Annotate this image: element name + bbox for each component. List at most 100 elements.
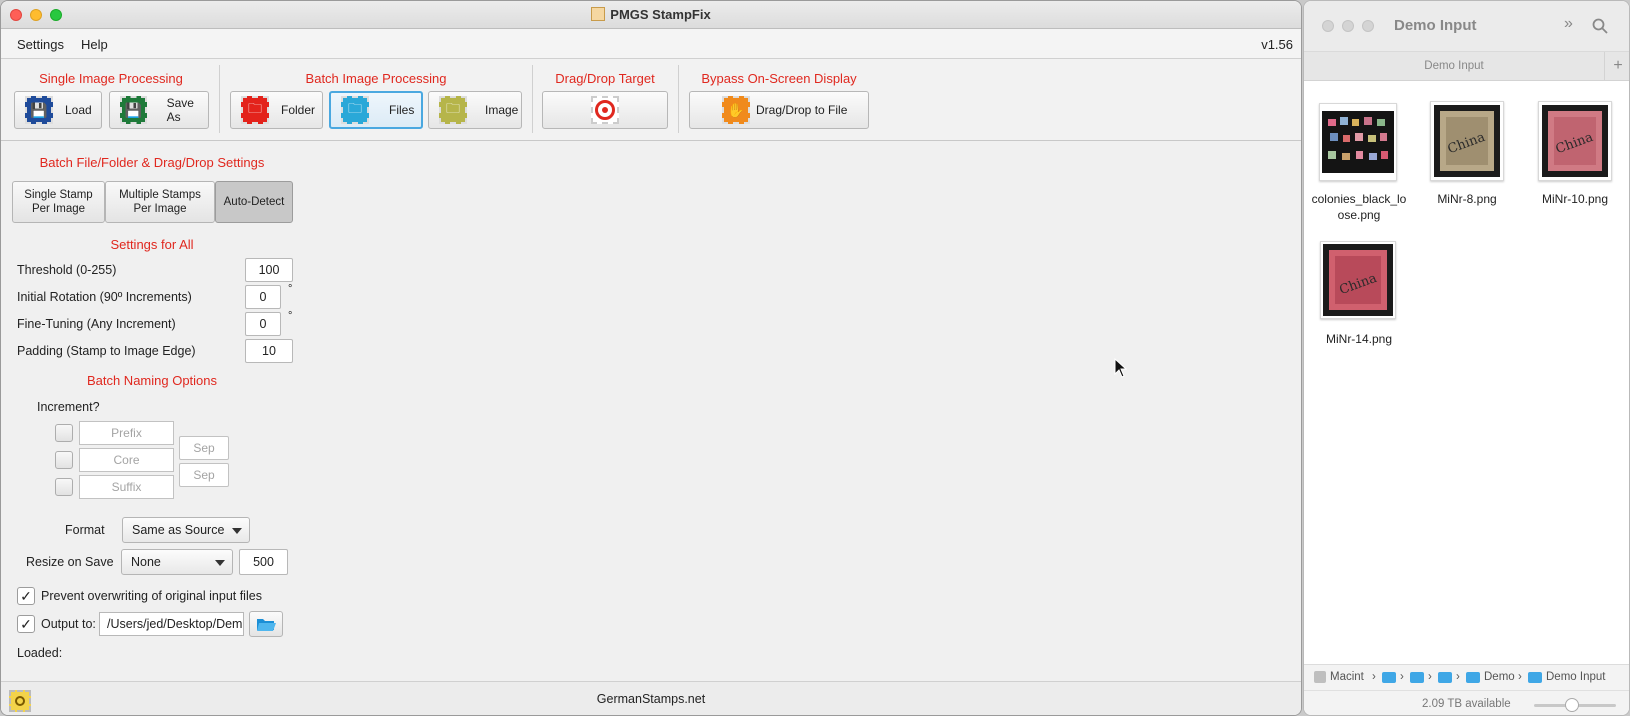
folder-icon [1466,672,1480,683]
prefix-input[interactable]: Prefix [79,421,174,445]
folder-label: Folder [281,103,316,117]
padding-label: Padding (Stamp to Image Edge) [17,344,196,358]
load-label: Load [65,103,92,117]
path-separator: › [1428,671,1432,683]
core-increment-checkbox[interactable] [55,451,73,469]
padding-input[interactable]: 10 [245,339,293,363]
available-space-label: 2.09 TB available [1422,698,1511,710]
core-input[interactable]: Core [79,448,174,472]
file-name-colonies[interactable]: colonies_black_lo ose.png [1304,191,1414,223]
stamp-collection-image [1322,111,1394,173]
path-macintosh[interactable]: Macint [1330,671,1370,683]
app-icon [591,7,606,21]
finder-title-bar: Demo Input » [1304,1,1629,51]
suffix-increment-checkbox[interactable] [55,478,73,496]
path-demo[interactable]: Demo [1484,671,1515,683]
load-button[interactable]: 💾 Load [14,91,102,129]
settings-for-all-title: Settings for All [110,237,194,252]
batch-settings-title: Batch File/Folder & Drag/Drop Settings [39,155,265,170]
toolbar: Single Image Processing 💾 Load 💾 Save As… [1,59,1301,141]
drag-drop-to-file-label: Drag/Drop to File [756,103,848,117]
file-thumbnail-minr-10[interactable]: China [1538,101,1612,181]
file-thumbnail-minr-8[interactable]: China [1430,101,1504,181]
resize-select[interactable]: None [121,549,233,575]
finder-tab-bar: Demo Input + [1304,51,1629,81]
single-stamp-mode-button[interactable]: Single Stamp Per Image [12,181,105,223]
initial-rotation-input[interactable]: 0 [245,285,281,309]
menu-settings[interactable]: Settings [17,37,64,52]
resize-select-value: None [131,555,161,569]
files-button[interactable]: 🗀 Files [329,91,423,129]
chevron-down-icon [232,528,242,534]
format-select[interactable]: Same as Source [122,517,250,543]
file-thumbnail-colonies[interactable] [1319,103,1397,181]
file-name-minr-10[interactable]: MiNr-10.png [1520,191,1629,207]
file-name-minr-8[interactable]: MiNr-8.png [1412,191,1522,207]
auto-detect-mode-button[interactable]: Auto-Detect [215,181,293,223]
browse-output-button[interactable] [249,611,283,637]
search-icon[interactable] [1592,18,1608,34]
site-label: GermanStamps.net [596,692,706,706]
output-path-input[interactable]: /Users/jed/Desktop/Dem [99,612,244,636]
floppy-save-icon: 💾 [120,96,147,124]
folder-button[interactable]: 🗀 Folder [230,91,323,129]
folder-icon[interactable] [1382,672,1396,683]
separator-1-input[interactable]: Sep [179,436,229,460]
increment-label: Increment? [37,400,100,414]
resize-on-save-label: Resize on Save [26,555,114,569]
finder-window: Demo Input » Demo Input + colonies_black… [1303,0,1630,716]
chevron-double-right-icon[interactable]: » [1564,15,1573,33]
path-separator: › [1372,671,1376,683]
group-title-batch: Batch Image Processing [305,71,447,86]
output-to-checkbox[interactable]: ✓ [17,615,35,633]
prefix-increment-checkbox[interactable] [55,424,73,442]
drag-drop-target-button[interactable] [542,91,668,129]
group-title-bypass: Bypass On-Screen Display [701,71,857,86]
rotation-degree-symbol: ° [288,283,293,295]
path-demo-input[interactable]: Demo Input [1546,671,1605,683]
prevent-overwrite-checkbox[interactable]: ✓ [17,587,35,605]
folder-icon[interactable] [1410,672,1424,683]
zoom-slider-track[interactable] [1534,698,1616,712]
file-name-minr-14[interactable]: MiNr-14.png [1304,331,1414,347]
threshold-input[interactable]: 100 [245,258,293,282]
zoom-slider-knob[interactable] [1564,698,1579,712]
folder-icon: 🗀 [241,96,269,124]
drag-drop-file-icon: ✋ [722,96,750,124]
toolbar-divider [219,65,220,133]
batch-naming-title: Batch Naming Options [86,373,218,388]
separator-2-input[interactable]: Sep [179,463,229,487]
stamp-minr-14-image: China [1323,244,1393,316]
status-bar: GermanStamps.net [1,681,1301,715]
menu-help[interactable]: Help [81,37,108,52]
title-bar: PMGS StampFix [1,1,1301,29]
save-as-button[interactable]: 💾 Save As [109,91,209,129]
finder-zoom-button[interactable] [1362,20,1374,32]
multiple-stamps-mode-button[interactable]: Multiple Stamps Per Image [105,181,215,223]
finder-title: Demo Input [1394,17,1477,34]
finder-minimize-button[interactable] [1342,20,1354,32]
suffix-input[interactable]: Suffix [79,475,174,499]
finder-tab-demo-input[interactable]: Demo Input [1304,60,1604,72]
group-title-dragdrop: Drag/Drop Target [555,71,655,86]
fine-tuning-input[interactable]: 0 [245,312,281,336]
resize-size-input[interactable]: 500 [239,549,288,575]
menu-bar: Settings Help v1.56 [1,29,1301,59]
folder-open-icon [257,619,276,631]
drag-drop-to-file-button[interactable]: ✋ Drag/Drop to File [689,91,869,129]
output-to-label: Output to: [41,617,96,631]
new-tab-button[interactable]: + [1604,52,1629,80]
file-thumbnail-minr-14[interactable]: China [1320,241,1396,319]
image-button[interactable]: 🗀 Image [428,91,522,129]
folder-icon [1528,672,1542,683]
folder-icon[interactable] [1438,672,1452,683]
mouse-cursor-icon [1114,358,1128,378]
save-as-label: Save As [166,96,194,124]
toolbar-divider [678,65,679,133]
window-title: PMGS StampFix [1,7,1301,22]
floppy-load-icon: 💾 [25,96,53,124]
finder-close-button[interactable] [1322,20,1334,32]
stamp-minr-10-image: China [1542,105,1608,177]
image-label: Image [485,103,519,117]
path-separator: › [1518,671,1522,683]
